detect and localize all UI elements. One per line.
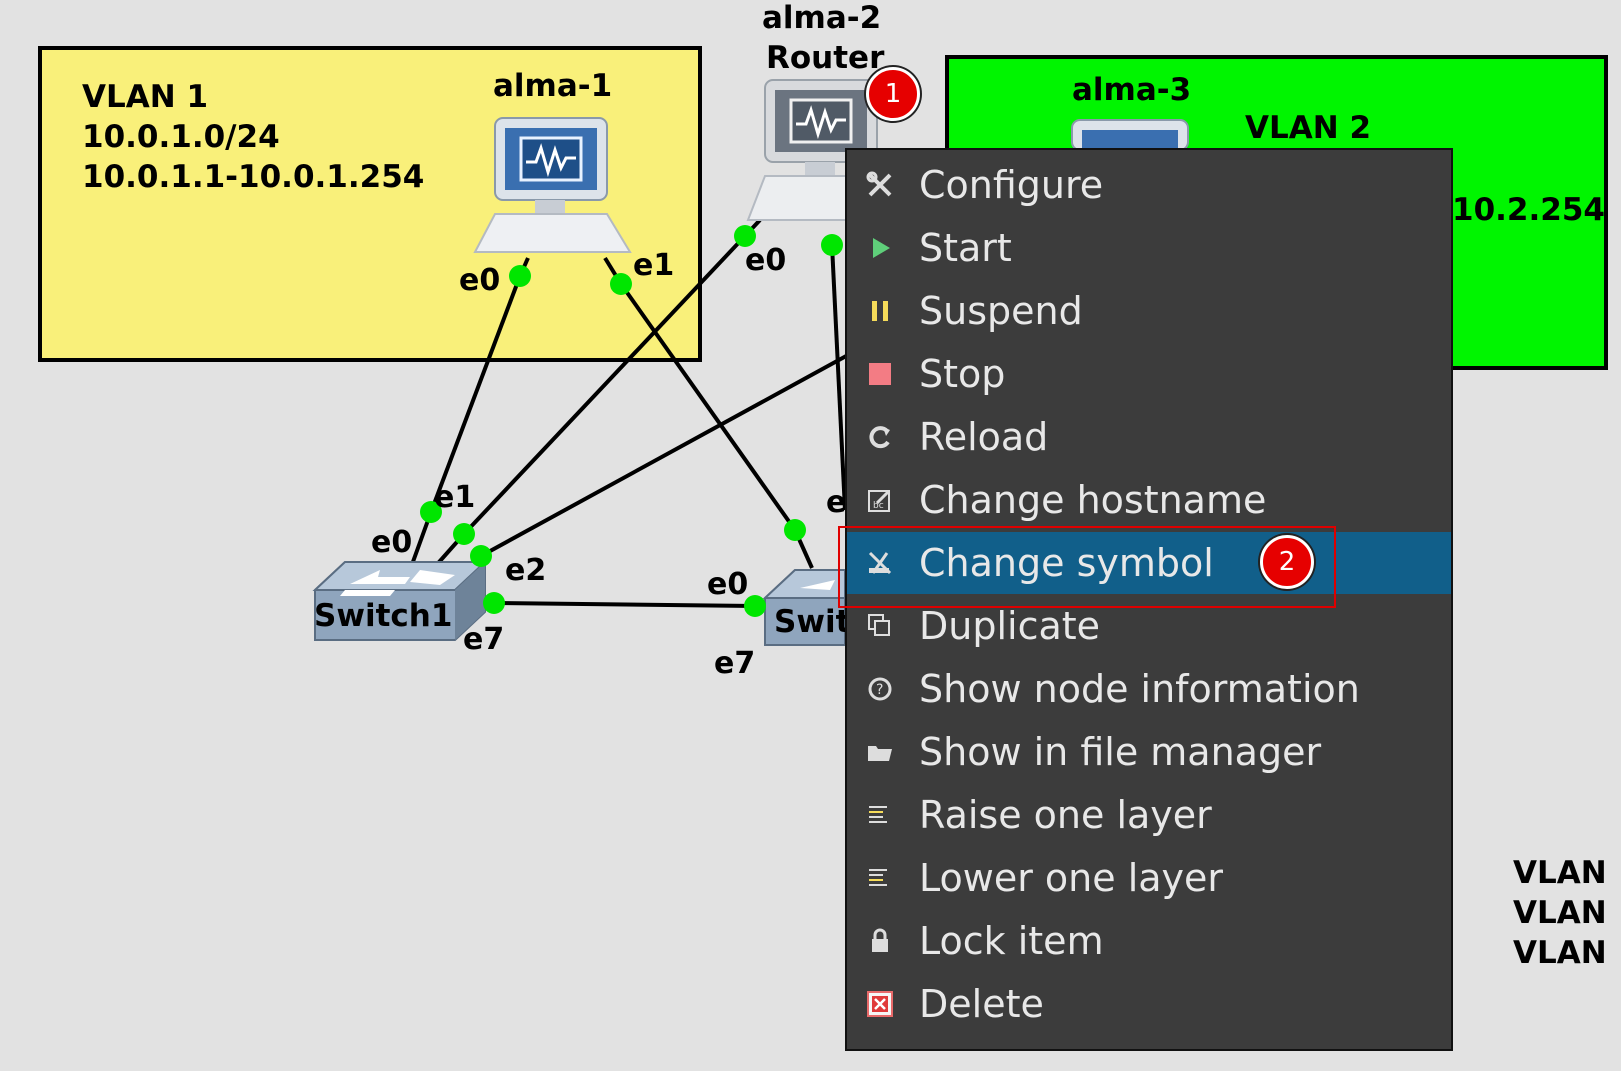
switch1-e2-port[interactable] <box>470 545 492 567</box>
folder-icon <box>863 735 897 769</box>
alma2-e0-label: e0 <box>745 243 787 278</box>
menu-item-show-node-information[interactable]: ? Show node information <box>847 658 1451 720</box>
menu-item-delete-label: Delete <box>919 982 1044 1026</box>
alma2-label: alma-2 <box>762 0 882 36</box>
stop-icon <box>863 357 897 391</box>
alma1-e1-port[interactable] <box>610 273 632 295</box>
menu-item-lock-item-label: Lock item <box>919 919 1104 963</box>
legend-line-1: VLAN <box>1513 855 1607 891</box>
menu-item-raise-one-layer[interactable]: Raise one layer <box>847 784 1451 846</box>
switch1-e7-port[interactable] <box>483 592 505 614</box>
change-hostname-icon: bc <box>863 483 897 517</box>
start-icon <box>863 231 897 265</box>
alma1-label: alma-1 <box>493 68 613 104</box>
lower-layer-icon <box>863 861 897 895</box>
alma2-e1-port[interactable] <box>821 234 843 256</box>
alma1-e1-label: e1 <box>633 248 675 283</box>
link-alma1-switch2[interactable] <box>619 282 797 532</box>
menu-item-show-in-file-manager-label: Show in file manager <box>919 730 1322 774</box>
switch2-e7-label: e7 <box>714 646 756 681</box>
svg-text:bc: bc <box>873 501 884 511</box>
legend-line-2: VLAN <box>1513 895 1607 931</box>
menu-item-delete[interactable]: Delete <box>847 973 1451 1035</box>
switch1-e1-port[interactable] <box>453 523 475 545</box>
reload-icon <box>863 420 897 454</box>
configure-icon <box>863 168 897 202</box>
switch1-e1-label: e1 <box>434 480 476 515</box>
legend-line-3: VLAN <box>1513 935 1607 971</box>
switch1-e7-label: e7 <box>463 622 505 657</box>
menu-item-start-label: Start <box>919 226 1012 270</box>
alma1-e0-port[interactable] <box>509 265 531 287</box>
link-alma2-switch2[interactable] <box>830 244 847 511</box>
switch2-port-a[interactable] <box>784 519 806 541</box>
menu-item-configure[interactable]: Configure <box>847 154 1451 216</box>
lock-icon <box>863 924 897 958</box>
menu-item-duplicate-label: Duplicate <box>919 604 1101 648</box>
switch1-label: Switch1 <box>314 598 453 634</box>
menu-item-configure-label: Configure <box>919 163 1104 207</box>
switch2-e0-label: e0 <box>707 567 749 602</box>
raise-layer-icon <box>863 798 897 832</box>
menu-item-lower-one-layer[interactable]: Lower one layer <box>847 847 1451 909</box>
link-alma1-switch1[interactable] <box>429 275 522 513</box>
delete-icon <box>863 987 897 1021</box>
svg-text:?: ? <box>876 682 883 698</box>
switch2-e-label: e <box>826 485 847 520</box>
menu-item-change-hostname[interactable]: bc Change hostname <box>847 469 1451 531</box>
switch2-label: Swit <box>774 604 851 640</box>
menu-item-stop-label: Stop <box>919 352 1006 396</box>
menu-item-show-in-file-manager[interactable]: Show in file manager <box>847 721 1451 783</box>
alma2-sublabel: Router <box>766 40 885 76</box>
menu-item-raise-one-layer-label: Raise one layer <box>919 793 1212 837</box>
duplicate-icon <box>863 609 897 643</box>
alma1-e0-label: e0 <box>459 263 501 298</box>
switch1-e2-label: e2 <box>505 553 547 588</box>
menu-item-show-node-information-label: Show node information <box>919 667 1360 711</box>
link-switch1-switch2[interactable] <box>493 601 756 608</box>
alma3-computer-icon[interactable] <box>1071 119 1189 151</box>
menu-item-reload[interactable]: Reload <box>847 406 1451 468</box>
suspend-icon <box>863 294 897 328</box>
menu-item-lock-item[interactable]: Lock item <box>847 910 1451 972</box>
switch1-e0-label: e0 <box>371 525 413 560</box>
menu-item-reload-label: Reload <box>919 415 1049 459</box>
menu-item-stop[interactable]: Stop <box>847 343 1451 405</box>
menu-item-suspend[interactable]: Suspend <box>847 280 1451 342</box>
step-badge-2: 2 <box>1260 535 1314 589</box>
menu-item-change-hostname-label: Change hostname <box>919 478 1267 522</box>
menu-item-suspend-label: Suspend <box>919 289 1083 333</box>
info-icon: ? <box>863 672 897 706</box>
menu-item-lower-one-layer-label: Lower one layer <box>919 856 1224 900</box>
step-badge-1: 1 <box>866 67 920 121</box>
alma3-label: alma-3 <box>1072 72 1192 108</box>
alma1-computer-icon[interactable] <box>473 117 632 253</box>
menu-item-start[interactable]: Start <box>847 217 1451 279</box>
